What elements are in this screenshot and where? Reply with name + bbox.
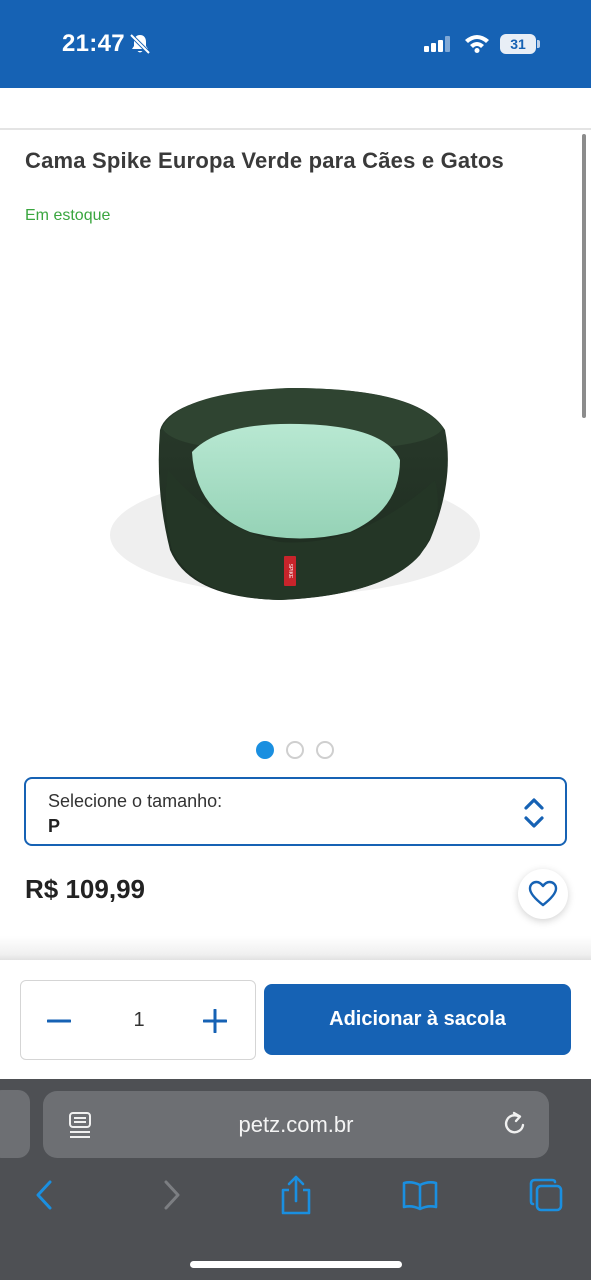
quantity-value[interactable]: 1 xyxy=(119,1009,159,1032)
product-image[interactable]: SPIKE xyxy=(100,360,480,620)
status-time: 21:47 xyxy=(62,30,125,57)
forward-button[interactable] xyxy=(152,1175,192,1215)
battery-level: 31 xyxy=(500,34,536,54)
back-icon xyxy=(36,1180,52,1210)
carousel-dot-1[interactable] xyxy=(256,741,274,759)
product-price: R$ 109,99 xyxy=(25,874,145,904)
browser-toolbar xyxy=(0,1175,591,1219)
battery-icon: 31 xyxy=(500,34,540,54)
tabs-icon xyxy=(529,1178,563,1212)
reload-icon[interactable] xyxy=(501,1110,529,1138)
plus-icon xyxy=(203,1009,227,1033)
share-button[interactable] xyxy=(276,1175,316,1215)
back-button[interactable] xyxy=(24,1175,64,1215)
carousel-dots xyxy=(256,741,334,759)
decrease-quantity-button[interactable] xyxy=(39,1001,79,1041)
scroll-indicator xyxy=(582,134,586,418)
section-shadow xyxy=(0,936,591,962)
header-divider xyxy=(0,128,591,130)
size-select-value: P xyxy=(48,816,61,836)
home-indicator[interactable] xyxy=(190,1261,402,1268)
url-text[interactable]: petz.com.br xyxy=(43,1112,549,1138)
add-to-bag-button[interactable]: Adicionar à sacola xyxy=(264,984,571,1055)
bell-slash-icon xyxy=(129,33,151,55)
address-bar[interactable]: petz.com.br xyxy=(43,1091,549,1158)
browser-bar: petz.com.br xyxy=(0,1079,591,1280)
quantity-stepper: 1 xyxy=(20,980,256,1060)
size-select-label: Selecione o tamanho: xyxy=(48,791,223,811)
carousel-dot-3[interactable] xyxy=(316,741,334,759)
size-select[interactable]: Selecione o tamanho: P xyxy=(24,777,567,846)
previous-tab-peek[interactable] xyxy=(0,1090,30,1158)
minus-icon xyxy=(47,1019,71,1023)
status-bar: 21:47 31 xyxy=(0,0,591,88)
bookmarks-icon xyxy=(402,1181,438,1211)
tabs-button[interactable] xyxy=(526,1175,566,1215)
increase-quantity-button[interactable] xyxy=(195,1001,235,1041)
signal-icon xyxy=(424,36,450,52)
wifi-icon xyxy=(465,35,489,53)
product-title: Cama Spike Europa Verde para Cães e Gato… xyxy=(25,148,504,173)
purchase-bar: 1 Adicionar à sacola xyxy=(0,960,591,1079)
brand-tag: SPIKE xyxy=(287,564,293,579)
share-icon xyxy=(281,1175,311,1215)
forward-icon xyxy=(164,1180,180,1210)
heart-icon xyxy=(528,880,558,907)
bookmarks-button[interactable] xyxy=(400,1175,440,1215)
stock-status: Em estoque xyxy=(25,207,111,224)
favorite-button[interactable] xyxy=(518,869,568,919)
carousel-dot-2[interactable] xyxy=(286,741,304,759)
chevron-up-down-icon xyxy=(524,798,544,828)
